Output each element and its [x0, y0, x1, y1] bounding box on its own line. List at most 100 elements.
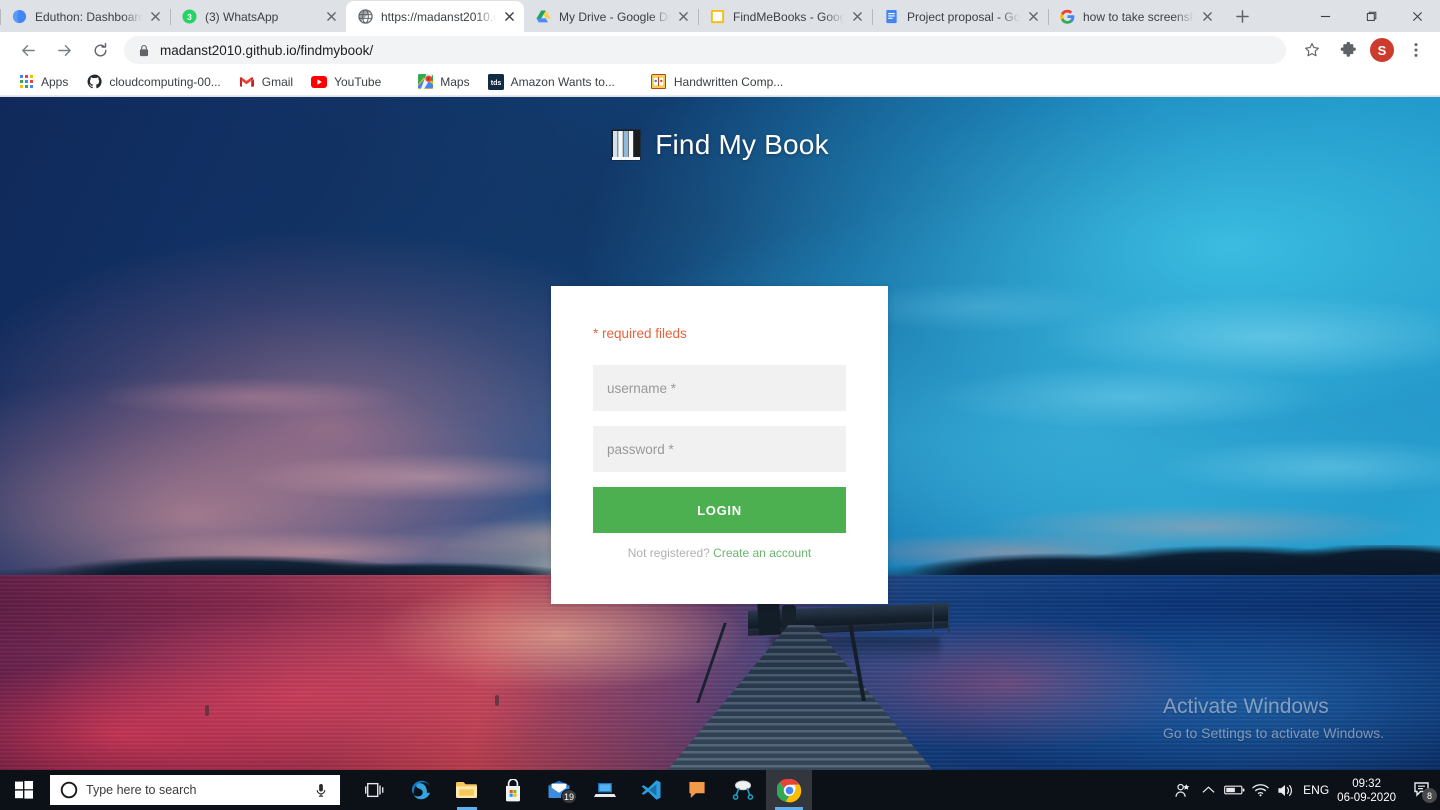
google-maps-icon	[417, 74, 433, 90]
mail-badge: 19	[560, 789, 577, 804]
tab-separator	[698, 9, 699, 25]
cortana-icon	[60, 781, 78, 799]
wifi-icon[interactable]	[1247, 770, 1273, 810]
pier-ladder	[932, 599, 950, 633]
tab-strip: Eduthon: Dashboard | D 3 (3) WhatsApp ht…	[0, 0, 1440, 32]
password-placeholder: password *	[607, 441, 674, 457]
star-icon[interactable]	[1298, 36, 1326, 64]
chat-icon[interactable]	[674, 770, 720, 810]
google-search-icon	[1059, 9, 1075, 25]
tab-close-icon[interactable]	[146, 8, 164, 26]
tab-separator	[346, 9, 347, 25]
register-prompt-line: Not registered? Create an account	[551, 546, 888, 560]
browser-tab-eduthon[interactable]: Eduthon: Dashboard | D	[0, 1, 170, 32]
bookmark-apps[interactable]: Apps	[10, 71, 76, 93]
browser-tab-whatsapp[interactable]: 3 (3) WhatsApp	[170, 1, 346, 32]
whatsapp-icon: 3	[181, 9, 197, 25]
address-bar[interactable]: madanst2010.github.io/findmybook/	[124, 36, 1286, 64]
tab-close-icon[interactable]	[1198, 8, 1216, 26]
login-button[interactable]: LOGIN	[593, 487, 846, 533]
snipping-tool-icon[interactable]	[720, 770, 766, 810]
site-header: Find My Book	[0, 129, 1440, 161]
address-bar-url: madanst2010.github.io/findmybook/	[160, 42, 374, 58]
github-icon	[86, 74, 102, 90]
new-tab-button[interactable]	[1228, 2, 1256, 30]
svg-text:tds: tds	[490, 80, 501, 87]
bookmark-site-icon	[651, 74, 667, 90]
task-view-icon[interactable]	[352, 770, 398, 810]
maximize-button[interactable]	[1348, 0, 1394, 32]
tab-separator	[1048, 9, 1049, 25]
bookmark-label: Apps	[41, 74, 69, 89]
tab-title: FindMeBooks - Google	[733, 9, 844, 24]
edge-icon[interactable]	[398, 770, 444, 810]
google-keep-icon	[709, 9, 725, 25]
page-viewport: Find My Book * required fileds username …	[0, 97, 1440, 770]
vscode-icon[interactable]	[628, 770, 674, 810]
google-docs-icon	[883, 9, 899, 25]
kebab-menu-icon[interactable]	[1402, 36, 1430, 64]
tab-close-icon[interactable]	[500, 8, 518, 26]
people-icon[interactable]	[1169, 770, 1195, 810]
tab-title: https://madanst2010.gi	[381, 9, 496, 24]
clock-date: 06-09-2020	[1337, 791, 1396, 804]
bookmark-handwritten-comp[interactable]: Handwritten Comp...	[643, 71, 791, 93]
search-input[interactable]: Type here to search	[50, 775, 340, 805]
bookmark-gmail[interactable]: Gmail	[231, 71, 301, 93]
browser-tab-how-to-screenshot[interactable]: how to take screenshot	[1048, 1, 1222, 32]
username-input[interactable]: username *	[593, 365, 846, 411]
search-placeholder: Type here to search	[86, 783, 197, 797]
bookmark-label: Amazon Wants to...	[510, 74, 615, 89]
back-button[interactable]	[14, 36, 42, 64]
browser-tab-findmybook[interactable]: https://madanst2010.gi	[346, 1, 524, 32]
action-center-icon[interactable]: 8	[1406, 770, 1440, 810]
browser-tab-project-proposal[interactable]: Project proposal - Goo	[872, 1, 1048, 32]
close-button[interactable]	[1394, 0, 1440, 32]
chevron-up-icon[interactable]	[1195, 770, 1221, 810]
puzzle-icon[interactable]	[1334, 36, 1362, 64]
reload-button[interactable]	[86, 36, 114, 64]
tab-separator	[872, 9, 873, 25]
notification-count: 8	[1422, 788, 1437, 803]
tab-close-icon[interactable]	[848, 8, 866, 26]
volume-icon[interactable]	[1273, 770, 1299, 810]
bookmark-maps[interactable]: Maps	[409, 71, 477, 93]
tab-close-icon[interactable]	[322, 8, 340, 26]
bookmarks-bar: Apps cloudcomputing-00... Gmail YouTube	[0, 68, 1440, 96]
windows-taskbar: Type here to search 19 ENG 09:32 06-09-2…	[0, 770, 1440, 810]
windows-start-icon[interactable]	[0, 770, 48, 810]
tab-separator	[524, 9, 525, 25]
clock[interactable]: 09:32 06-09-2020	[1337, 776, 1396, 805]
forward-button[interactable]	[50, 36, 78, 64]
tab-close-icon[interactable]	[1024, 8, 1042, 26]
chrome-browser-window: Eduthon: Dashboard | D 3 (3) WhatsApp ht…	[0, 0, 1440, 810]
tab-close-icon[interactable]	[674, 8, 692, 26]
window-controls	[1302, 0, 1440, 32]
avatar[interactable]: S	[1370, 38, 1394, 62]
create-account-link[interactable]: Create an account	[713, 546, 811, 560]
gmail-icon	[239, 74, 255, 90]
activate-windows-watermark: Activate Windows Go to Settings to activ…	[1163, 694, 1384, 743]
chrome-icon[interactable]	[766, 770, 812, 810]
tab-title: how to take screenshot	[1083, 9, 1194, 24]
file-explorer-icon[interactable]	[444, 770, 490, 810]
tab-title: My Drive - Google Driv	[559, 9, 670, 24]
mail-icon[interactable]: 19	[536, 770, 582, 810]
bookmark-cloudcomputing[interactable]: cloudcomputing-00...	[78, 71, 228, 93]
minimize-button[interactable]	[1302, 0, 1348, 32]
language-indicator[interactable]: ENG	[1303, 783, 1329, 797]
bookmark-amazon-wants-to[interactable]: tds Amazon Wants to...	[480, 71, 623, 93]
battery-icon[interactable]	[1221, 770, 1247, 810]
remote-desktop-icon[interactable]	[582, 770, 628, 810]
browser-tab-findmebooks[interactable]: FindMeBooks - Google	[698, 1, 872, 32]
svg-text:3: 3	[187, 12, 192, 22]
register-prompt-text: Not registered?	[627, 546, 710, 560]
bookmark-youtube[interactable]: YouTube	[303, 71, 389, 93]
browser-tab-my-drive[interactable]: My Drive - Google Driv	[524, 1, 698, 32]
clock-time: 09:32	[1352, 777, 1381, 790]
globe-icon	[357, 9, 373, 25]
microphone-icon[interactable]	[314, 783, 330, 798]
password-input[interactable]: password *	[593, 426, 846, 472]
microsoft-store-icon[interactable]	[490, 770, 536, 810]
tds-icon: tds	[487, 73, 504, 90]
